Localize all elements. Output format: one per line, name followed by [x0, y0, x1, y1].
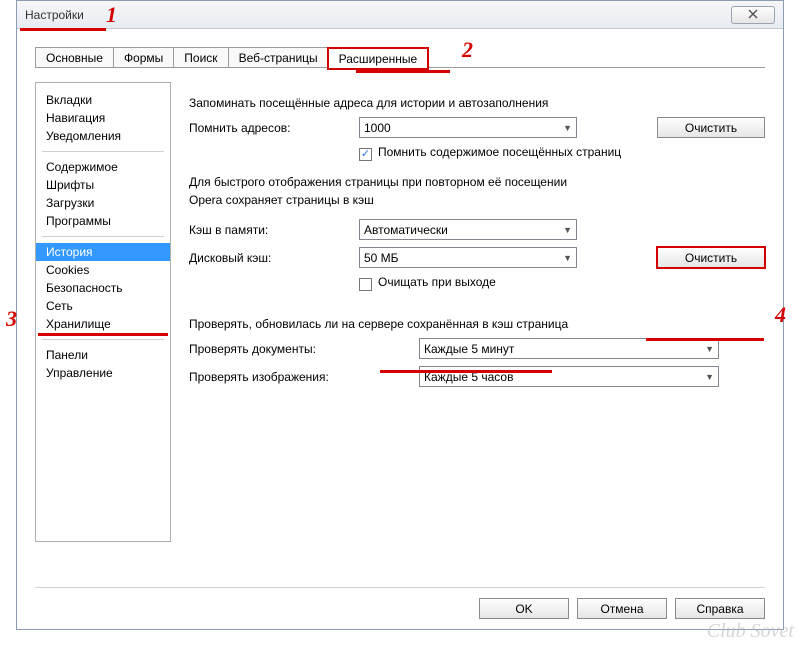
- sidebar-item-notifications[interactable]: Уведомления: [36, 127, 170, 145]
- tab-advanced[interactable]: Расширенные: [328, 48, 429, 69]
- chevron-down-icon: ▼: [705, 372, 714, 382]
- sidebar-item-control[interactable]: Управление: [36, 364, 170, 382]
- annotation-2: 2: [462, 37, 473, 63]
- clear-on-exit-checkbox-label: Очищать при выходе: [378, 275, 496, 289]
- window-title: Настройки: [25, 8, 84, 22]
- annotation-4: 4: [775, 302, 786, 328]
- sidebar-item-fonts[interactable]: Шрифты: [36, 176, 170, 194]
- window-close-button[interactable]: [731, 6, 775, 24]
- check-updates-heading: Проверять, обновилась ли на сервере сохр…: [189, 317, 765, 331]
- clear-disk-cache-button[interactable]: Очистить: [657, 247, 765, 268]
- annot-underline-4: [646, 338, 764, 341]
- annot-underline-exit: [380, 370, 552, 373]
- remember-content-checkbox[interactable]: [359, 148, 372, 161]
- annot-underline-1: [20, 28, 106, 31]
- sidebar-item-tabs[interactable]: Вкладки: [36, 91, 170, 109]
- button-label: OK: [515, 602, 532, 616]
- tab-label: Формы: [124, 51, 163, 65]
- select-value: Автоматически: [364, 223, 448, 237]
- remember-addresses-select[interactable]: 1000 ▼: [359, 117, 577, 138]
- check-images-label: Проверять изображения:: [189, 370, 409, 384]
- memory-cache-select[interactable]: Автоматически ▼: [359, 219, 577, 240]
- ok-button[interactable]: OK: [479, 598, 569, 619]
- tab-label: Основные: [46, 51, 103, 65]
- clear-on-exit-checkbox[interactable]: [359, 278, 372, 291]
- cancel-button[interactable]: Отмена: [577, 598, 667, 619]
- button-label: Справка: [696, 602, 743, 616]
- chevron-down-icon: ▼: [563, 225, 572, 235]
- tab-label: Расширенные: [339, 52, 418, 66]
- tab-search[interactable]: Поиск: [173, 47, 228, 68]
- tab-general[interactable]: Основные: [35, 47, 114, 68]
- annotation-1: 1: [106, 2, 117, 28]
- sidebar-item-panels[interactable]: Панели: [36, 346, 170, 364]
- tab-label: Поиск: [184, 51, 217, 65]
- button-label: Очистить: [685, 121, 737, 135]
- chevron-down-icon: ▼: [705, 344, 714, 354]
- disk-cache-select[interactable]: 50 МБ ▼: [359, 247, 577, 268]
- help-button[interactable]: Справка: [675, 598, 765, 619]
- sidebar-item-security[interactable]: Безопасность: [36, 279, 170, 297]
- dialog-footer: OK Отмена Справка: [35, 587, 765, 619]
- annot-underline-3: [38, 333, 168, 336]
- cache-description-line2: Opera сохраняет страницы в кэш: [189, 193, 765, 207]
- clear-history-button[interactable]: Очистить: [657, 117, 765, 138]
- advanced-sidebar: Вкладки Навигация Уведомления Содержимое…: [35, 82, 171, 542]
- sidebar-item-cookies[interactable]: Cookies: [36, 261, 170, 279]
- remember-addresses-label: Помнить адресов:: [189, 121, 349, 135]
- history-heading: Запоминать посещённые адреса для истории…: [189, 96, 765, 110]
- select-value: 1000: [364, 121, 391, 135]
- annotation-3: 3: [6, 306, 17, 332]
- sidebar-item-navigation[interactable]: Навигация: [36, 109, 170, 127]
- annot-underline-2: [356, 70, 450, 73]
- remember-content-checkbox-label: Помнить содержимое посещённых страниц: [378, 145, 621, 159]
- tab-webpages[interactable]: Веб-страницы: [228, 47, 329, 68]
- sidebar-item-network[interactable]: Сеть: [36, 297, 170, 315]
- settings-window: Настройки Основные Формы Поиск Веб-стран…: [16, 0, 784, 630]
- chevron-down-icon: ▼: [563, 123, 572, 133]
- tab-forms[interactable]: Формы: [113, 47, 174, 68]
- tab-label: Веб-страницы: [239, 51, 318, 65]
- sidebar-item-storage[interactable]: Хранилище: [36, 315, 170, 333]
- check-documents-label: Проверять документы:: [189, 342, 409, 356]
- memory-cache-label: Кэш в памяти:: [189, 223, 349, 237]
- sidebar-item-downloads[interactable]: Загрузки: [36, 194, 170, 212]
- button-label: Очистить: [685, 251, 737, 265]
- sidebar-item-history[interactable]: История: [36, 243, 170, 261]
- check-documents-select[interactable]: Каждые 5 минут ▼: [419, 338, 719, 359]
- history-settings-panel: Запоминать посещённые адреса для истории…: [189, 82, 765, 542]
- select-value: 50 МБ: [364, 251, 399, 265]
- close-icon: [748, 8, 758, 22]
- sidebar-item-programs[interactable]: Программы: [36, 212, 170, 230]
- sidebar-item-content[interactable]: Содержимое: [36, 158, 170, 176]
- select-value: Каждые 5 минут: [424, 342, 514, 356]
- tab-strip: Основные Формы Поиск Веб-страницы Расшир…: [17, 29, 783, 68]
- titlebar: Настройки: [17, 1, 783, 29]
- chevron-down-icon: ▼: [563, 253, 572, 263]
- disk-cache-label: Дисковый кэш:: [189, 251, 349, 265]
- button-label: Отмена: [600, 602, 643, 616]
- cache-description-line1: Для быстрого отображения страницы при по…: [189, 175, 765, 189]
- watermark: Club Sovet: [707, 620, 794, 643]
